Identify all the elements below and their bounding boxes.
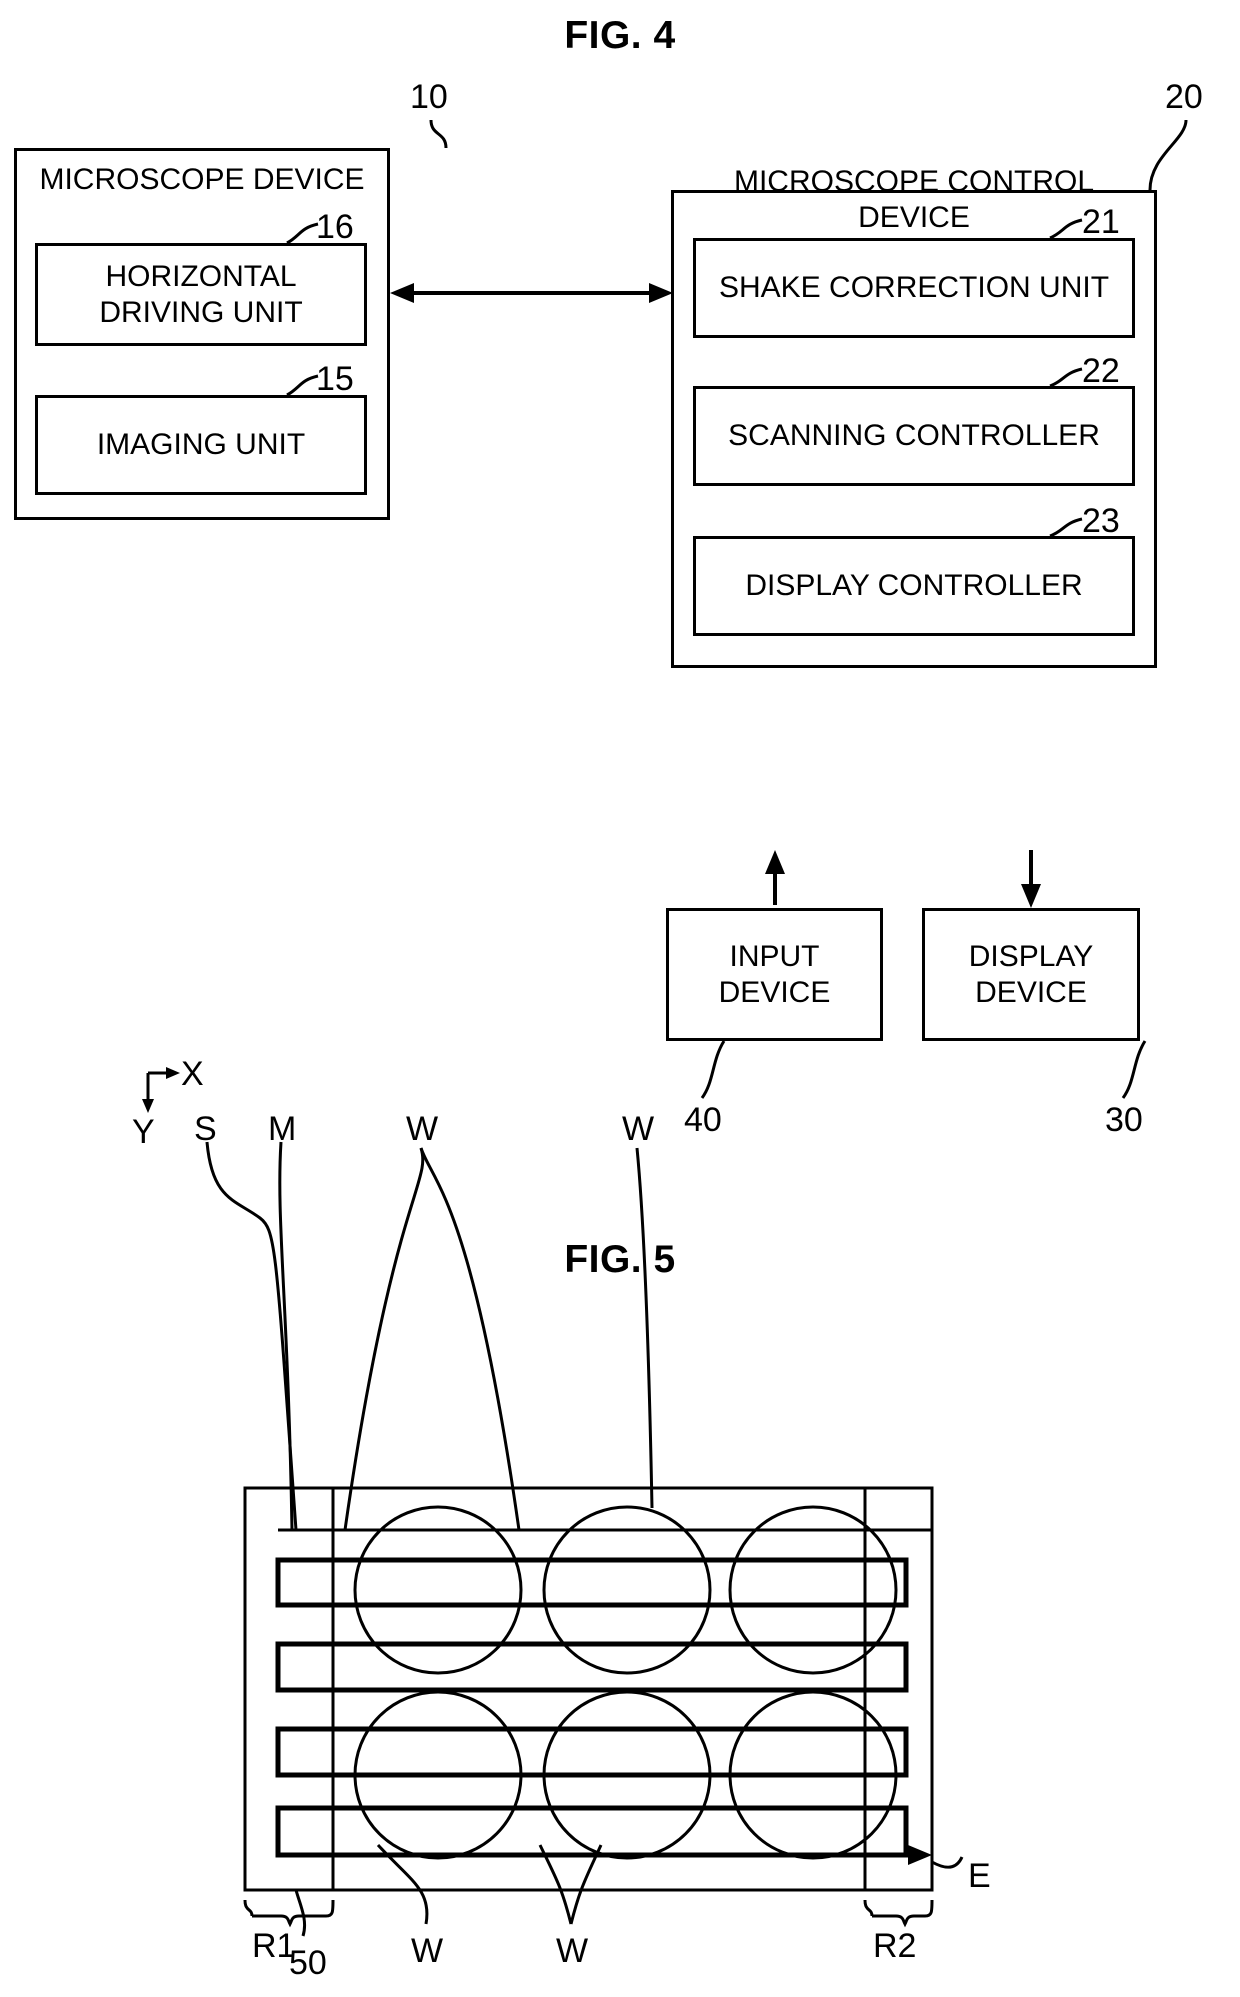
horizontal-driving-unit-box: HORIZONTAL DRIVING UNIT xyxy=(35,243,367,346)
ref-10: 10 xyxy=(410,78,448,116)
label-region-r2: R2 xyxy=(873,1927,917,1965)
display-device-box: DISPLAY DEVICE xyxy=(922,908,1140,1041)
ref-40: 40 xyxy=(684,1101,722,1139)
ref-22: 22 xyxy=(1082,352,1120,390)
label-well-top-1: W xyxy=(406,1110,439,1148)
label-well-bottom-1: W xyxy=(411,1932,444,1970)
imaging-unit-box: IMAGING UNIT xyxy=(35,395,367,495)
fig4-title: FIG. 4 xyxy=(564,14,676,57)
label-well-top-2: W xyxy=(622,1110,655,1148)
display-controller-box: DISPLAY CONTROLLER xyxy=(693,536,1135,636)
label-well-bottom-2: W xyxy=(556,1932,589,1970)
ref-23: 23 xyxy=(1082,502,1120,540)
ref-21: 21 xyxy=(1082,203,1120,241)
shake-correction-unit-box: SHAKE CORRECTION UNIT xyxy=(693,238,1135,338)
ref-20: 20 xyxy=(1165,78,1203,116)
ref-15: 15 xyxy=(316,360,354,398)
microscope-device-title: MICROSCOPE DEVICE xyxy=(39,163,365,196)
label-stage-50: 50 xyxy=(289,1944,327,1982)
label-end-e: E xyxy=(968,1857,991,1895)
fig5-title: FIG. 5 xyxy=(564,1238,676,1281)
input-device-box: INPUT DEVICE xyxy=(666,908,883,1041)
axis-label-x: X xyxy=(181,1055,204,1093)
label-slide-s: S xyxy=(194,1110,217,1148)
ref-30: 30 xyxy=(1105,1101,1143,1139)
scanning-controller-box: SCANNING CONTROLLER xyxy=(693,386,1135,486)
label-measurement-m: M xyxy=(268,1110,297,1148)
axis-label-y: Y xyxy=(132,1113,155,1151)
ref-16: 16 xyxy=(316,208,354,246)
